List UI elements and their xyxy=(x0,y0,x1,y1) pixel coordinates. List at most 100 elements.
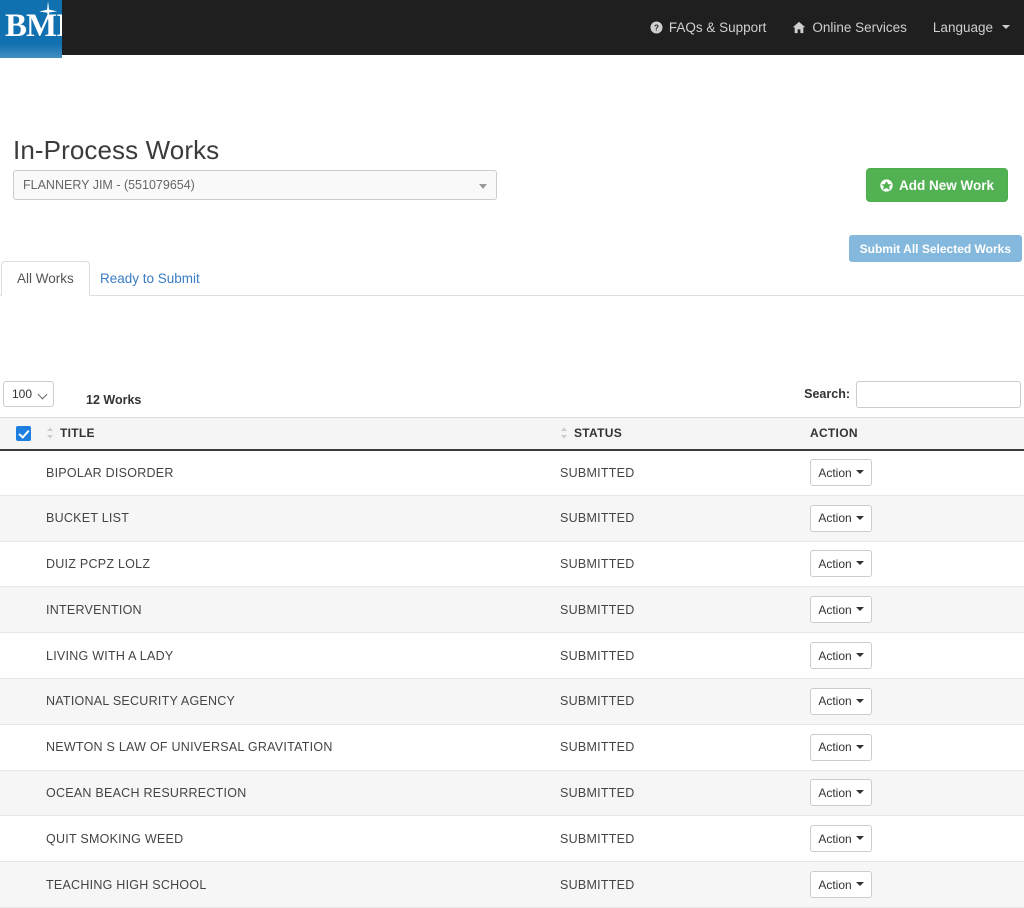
tab-all-works[interactable]: All Works xyxy=(1,261,90,296)
tab-ready-to-submit-label: Ready to Submit xyxy=(100,271,200,286)
row-select-cell[interactable] xyxy=(0,632,46,679)
row-action-cell: Action xyxy=(810,815,1024,863)
row-select-cell[interactable] xyxy=(0,861,46,908)
submit-all-label: Submit All Selected Works xyxy=(859,241,1011,256)
row-action-label: Action xyxy=(818,465,852,480)
nav-online-services[interactable]: Online Services xyxy=(792,20,907,35)
table-row[interactable]: NEWTON S LAW OF UNIVERSAL GRAVITATION SUB… xyxy=(0,724,1024,771)
table-row[interactable]: QUIT SMOKING WEED SUBMITTED Action xyxy=(0,815,1024,863)
row-action-cell: Action xyxy=(810,541,1024,588)
row-title-cell: INTERVENTION xyxy=(46,586,560,634)
bmi-logo[interactable]: BMI xyxy=(0,0,62,58)
row-action-button[interactable]: Action xyxy=(810,779,872,807)
table-row[interactable]: LIVING WITH A LADY SUBMITTED Action xyxy=(0,632,1024,679)
add-new-work-label: Add New Work xyxy=(898,177,994,193)
row-status-cell: SUBMITTED xyxy=(560,861,810,908)
question-circle-icon: ? xyxy=(650,21,663,34)
search-input[interactable] xyxy=(856,381,1021,408)
table-row[interactable]: BUCKET LIST SUBMITTED Action xyxy=(0,495,1024,542)
row-title-cell: QUIT SMOKING WEED xyxy=(46,815,560,863)
svg-text:?: ? xyxy=(654,23,659,32)
writer-account-select[interactable]: FLANNERY JIM - (551079654) xyxy=(13,170,497,200)
row-action-button[interactable]: Action xyxy=(810,504,872,532)
row-select-cell[interactable] xyxy=(0,770,46,817)
table-row[interactable]: NATIONAL SECURITY AGENCY SUBMITTED Action xyxy=(0,678,1024,725)
row-action-button[interactable]: Action xyxy=(810,596,872,624)
row-action-label: Action xyxy=(818,602,852,617)
add-new-work-button[interactable]: Add New Work xyxy=(865,168,1008,202)
page-length-select[interactable]: 100 xyxy=(3,381,54,407)
row-action-button[interactable]: Action xyxy=(810,550,872,578)
plus-circle-icon xyxy=(880,178,893,192)
chevron-down-icon xyxy=(855,561,864,566)
column-header-status-label: STATUS xyxy=(574,426,623,441)
row-action-button[interactable]: Action xyxy=(810,871,872,899)
search-label: Search: xyxy=(804,387,850,401)
select-all-header xyxy=(0,417,46,451)
row-action-button[interactable]: Action xyxy=(810,825,872,853)
nav-online-services-label: Online Services xyxy=(812,20,907,35)
row-select-cell[interactable] xyxy=(0,678,46,725)
column-header-title[interactable]: TITLE xyxy=(46,417,560,451)
select-all-checkbox[interactable] xyxy=(16,425,31,441)
column-header-title-label: TITLE xyxy=(60,426,95,441)
row-select-cell[interactable] xyxy=(0,724,46,771)
table-row[interactable]: OCEAN BEACH RESURRECTION SUBMITTED Action xyxy=(0,770,1024,817)
row-action-cell: Action xyxy=(810,586,1024,634)
works-count-label: 12 Works xyxy=(86,393,142,407)
submit-all-selected-works-button[interactable]: Submit All Selected Works xyxy=(848,235,1022,262)
row-action-cell: Action xyxy=(810,495,1024,542)
top-navigation: ? FAQs & Support Online Services Languag… xyxy=(650,0,1010,55)
row-title-cell: TEACHING HIGH SCHOOL xyxy=(46,861,560,908)
column-header-action-label: ACTION xyxy=(810,426,858,441)
nav-faqs-support[interactable]: ? FAQs & Support xyxy=(650,20,767,35)
row-action-label: Action xyxy=(818,785,852,800)
table-body: BIPOLAR DISORDER SUBMITTED Action BUCKET LI… xyxy=(0,449,1024,908)
row-status-cell: SUBMITTED xyxy=(560,770,810,817)
table-header: TITLE STATUS ACTION xyxy=(0,417,1024,451)
row-title-cell: BIPOLAR DISORDER xyxy=(46,449,560,496)
row-action-label: Action xyxy=(818,831,852,846)
tab-all-works-label: All Works xyxy=(17,271,74,286)
row-status-cell: SUBMITTED xyxy=(560,632,810,679)
row-title-cell: NATIONAL SECURITY AGENCY xyxy=(46,678,560,725)
row-action-button[interactable]: Action xyxy=(810,687,872,715)
row-select-cell[interactable] xyxy=(0,586,46,634)
works-tabs: All Works Ready to Submit xyxy=(0,261,1024,296)
table-row[interactable]: BIPOLAR DISORDER SUBMITTED Action xyxy=(0,449,1024,496)
chevron-down-icon xyxy=(37,389,48,400)
column-header-action: ACTION xyxy=(810,417,1024,451)
row-status-cell: SUBMITTED xyxy=(560,815,810,863)
row-title-cell: NEWTON S LAW OF UNIVERSAL GRAVITATION xyxy=(46,724,560,771)
row-select-cell[interactable] xyxy=(0,815,46,863)
row-select-cell[interactable] xyxy=(0,541,46,588)
row-status-cell: SUBMITTED xyxy=(560,586,810,634)
row-action-label: Action xyxy=(818,556,852,571)
row-title-cell: LIVING WITH A LADY xyxy=(46,632,560,679)
row-action-cell: Action xyxy=(810,678,1024,725)
logo-gloss xyxy=(0,44,62,58)
table-header-row: TITLE STATUS ACTION xyxy=(0,417,1024,451)
table-row[interactable]: DUIZ PCPZ LOLZ SUBMITTED Action xyxy=(0,541,1024,588)
nav-language[interactable]: Language xyxy=(933,20,1010,35)
row-select-cell[interactable] xyxy=(0,495,46,542)
row-action-button[interactable]: Action xyxy=(810,733,872,761)
page-title: In-Process Works xyxy=(13,135,220,165)
bmi-logo-text: BMI xyxy=(5,8,62,44)
chevron-down-icon xyxy=(855,470,864,475)
row-select-cell[interactable] xyxy=(0,449,46,496)
row-status-cell: SUBMITTED xyxy=(560,541,810,588)
chevron-down-icon xyxy=(855,836,864,841)
row-action-button[interactable]: Action xyxy=(810,459,872,487)
row-status-cell: SUBMITTED xyxy=(560,449,810,496)
table-row[interactable]: TEACHING HIGH SCHOOL SUBMITTED Action xyxy=(0,861,1024,908)
in-process-works-table: TITLE STATUS ACTION BIPOLAR DISORDER SUBM… xyxy=(0,417,1024,908)
row-action-button[interactable]: Action xyxy=(810,642,872,670)
row-action-cell: Action xyxy=(810,449,1024,496)
column-header-status[interactable]: STATUS xyxy=(560,417,810,451)
row-action-cell: Action xyxy=(810,861,1024,908)
table-row[interactable]: INTERVENTION SUBMITTED Action xyxy=(0,586,1024,634)
row-action-label: Action xyxy=(818,694,852,709)
tab-ready-to-submit[interactable]: Ready to Submit xyxy=(84,261,216,296)
nav-faqs-support-label: FAQs & Support xyxy=(668,20,767,35)
